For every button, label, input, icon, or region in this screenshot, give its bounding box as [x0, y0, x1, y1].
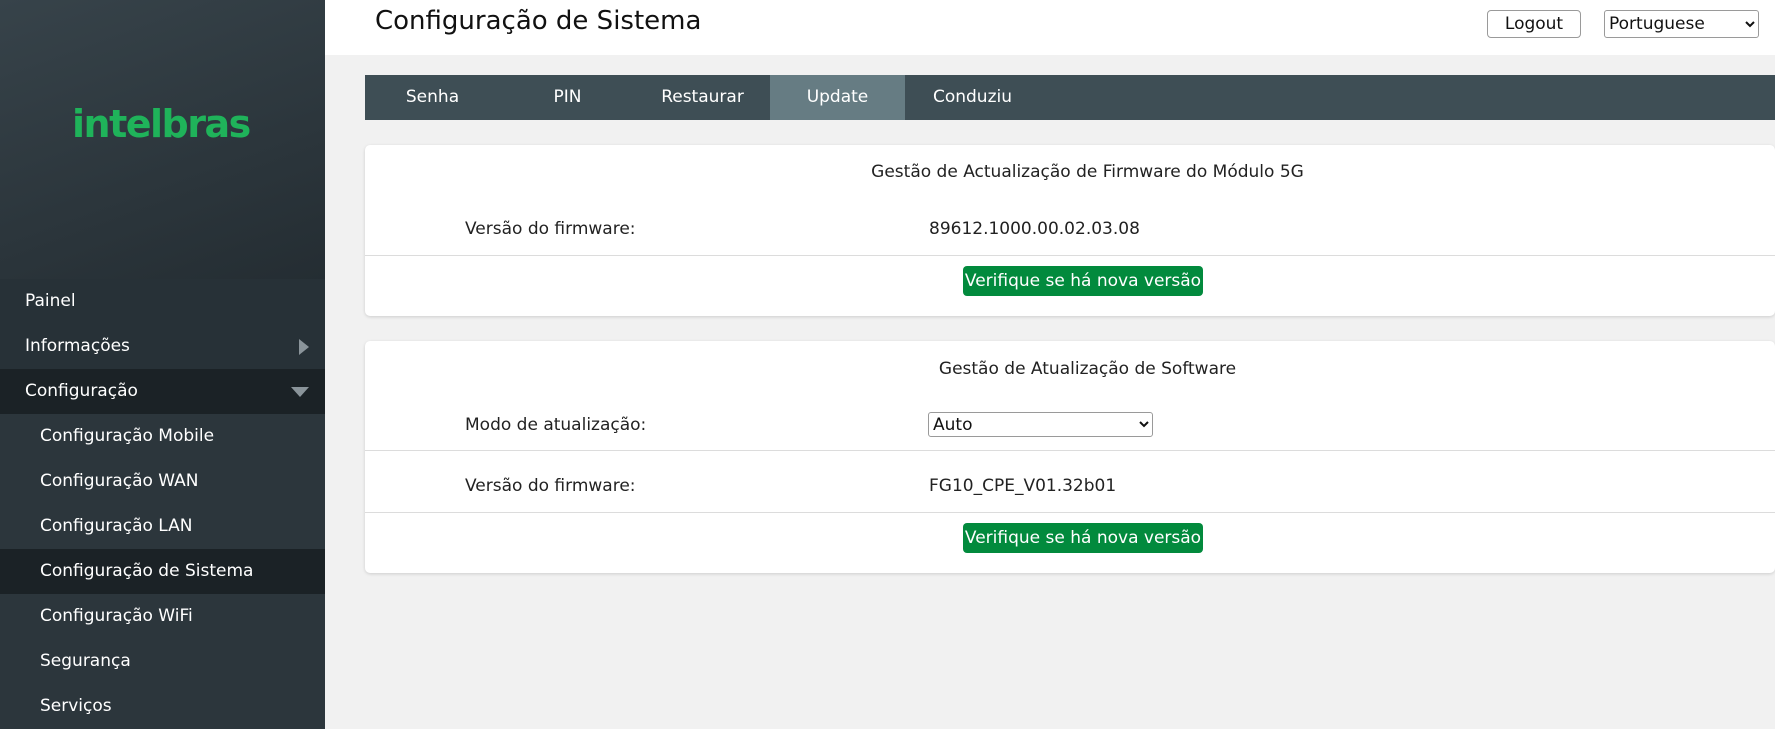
- page-title: Configuração de Sistema: [375, 6, 702, 36]
- tab-senha[interactable]: Senha: [365, 75, 500, 120]
- tab-pin[interactable]: PIN: [500, 75, 635, 120]
- sidebar-subitem-label: Segurança: [40, 651, 131, 671]
- intelbras-logo: intelbras: [72, 102, 251, 146]
- sidebar-subitem-configuracao-wifi[interactable]: Configuração WiFi: [0, 594, 325, 639]
- sidebar-subitem-seguranca[interactable]: Segurança: [0, 639, 325, 684]
- module-firmware-card: Gestão de Actualização de Firmware do Mó…: [365, 145, 1775, 316]
- sidebar-subitem-configuracao-sistema[interactable]: Configuração de Sistema: [0, 549, 325, 594]
- sidebar-subitem-label: Configuração Mobile: [40, 426, 215, 446]
- sidebar-subitem-label: Configuração de Sistema: [40, 561, 254, 581]
- sidebar-item-label: Configuração: [25, 381, 138, 401]
- module-firmware-version-label: Versão do firmware:: [465, 219, 636, 239]
- sidebar-subitem-label: Configuração LAN: [40, 516, 193, 536]
- tab-conduziu[interactable]: Conduziu: [905, 75, 1040, 120]
- sidebar-subitem-servicos[interactable]: Serviços: [0, 684, 325, 729]
- sidebar-item-configuracao[interactable]: Configuração: [0, 369, 325, 414]
- sidebar-subitem-configuracao-lan[interactable]: Configuração LAN: [0, 504, 325, 549]
- tab-bar: Senha PIN Restaurar Update Conduziu: [365, 75, 1775, 120]
- sidebar-item-label: Painel: [25, 291, 76, 311]
- software-firmware-version-label: Versão do firmware:: [465, 476, 636, 496]
- software-check-update-button[interactable]: Verifique se há nova versão: [963, 523, 1203, 553]
- chevron-down-icon: [291, 386, 309, 397]
- header: Configuração de Sistema Logout Portugues…: [325, 0, 1775, 55]
- sidebar-subitem-label: Configuração WAN: [40, 471, 199, 491]
- sidebar-item-informacoes[interactable]: Informações: [0, 324, 325, 369]
- sidebar-item-label: Informações: [25, 336, 130, 356]
- software-firmware-version-value: FG10_CPE_V01.32b01: [929, 476, 1117, 496]
- sidebar-subitem-configuracao-wan[interactable]: Configuração WAN: [0, 459, 325, 504]
- sidebar-nav: Painel Informações Configuração Configur…: [0, 279, 325, 729]
- update-mode-label: Modo de atualização:: [465, 415, 647, 435]
- sidebar: intelbras Painel Informações Configuraçã…: [0, 0, 325, 729]
- divider: [365, 512, 1775, 513]
- divider: [365, 255, 1775, 256]
- module-firmware-version-value: 89612.1000.00.02.03.08: [929, 219, 1140, 239]
- update-mode-select[interactable]: Auto: [928, 412, 1153, 437]
- language-select[interactable]: Portuguese: [1604, 10, 1759, 38]
- sidebar-subitem-configuracao-mobile[interactable]: Configuração Mobile: [0, 414, 325, 459]
- logout-button[interactable]: Logout: [1487, 10, 1581, 38]
- tab-restaurar[interactable]: Restaurar: [635, 75, 770, 120]
- module-check-update-button[interactable]: Verifique se há nova versão: [963, 266, 1203, 296]
- sidebar-subitem-label: Serviços: [40, 696, 112, 716]
- software-update-title: Gestão de Atualização de Software: [938, 359, 1237, 379]
- divider: [365, 450, 1775, 451]
- sidebar-subitem-label: Configuração WiFi: [40, 606, 193, 626]
- chevron-right-icon: [299, 338, 309, 355]
- software-update-card: Gestão de Atualização de Software Modo d…: [365, 341, 1775, 573]
- sidebar-item-painel[interactable]: Painel: [0, 279, 325, 324]
- tab-update[interactable]: Update: [770, 75, 905, 120]
- module-firmware-title: Gestão de Actualização de Firmware do Mó…: [871, 162, 1304, 182]
